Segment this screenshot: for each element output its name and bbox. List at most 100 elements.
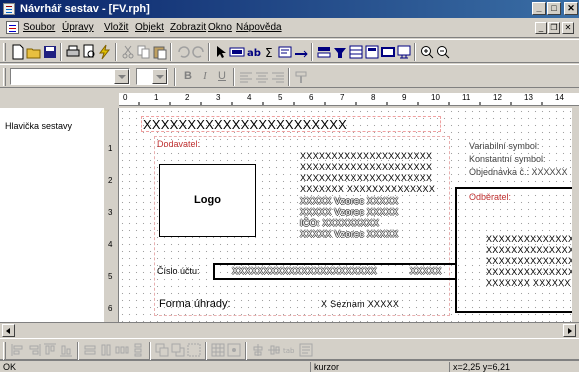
chevron-down-icon[interactable] — [152, 69, 167, 84]
customer-line[interactable]: XXXXXXXXXXXXXX — [486, 245, 574, 255]
center-vertical-icon[interactable] — [266, 342, 282, 358]
group-objects-icon[interactable] — [186, 342, 202, 358]
italic-button[interactable]: I — [197, 70, 213, 82]
align-right-icon[interactable] — [270, 69, 286, 85]
formula-icon[interactable] — [277, 44, 293, 60]
ruler-tick: 4 — [108, 240, 113, 249]
font-name-combo[interactable] — [10, 68, 130, 85]
align-left-edges-icon[interactable] — [10, 342, 26, 358]
close-button[interactable]: ✕ — [564, 2, 578, 15]
customer-line[interactable]: XXXXXXX XXXXXX — [486, 278, 571, 288]
open-folder-icon[interactable] — [26, 44, 42, 60]
font-size-combo[interactable] — [136, 68, 168, 85]
maximize-button[interactable]: □ — [547, 2, 561, 15]
same-width-icon[interactable] — [82, 342, 98, 358]
title-field[interactable]: XXXXXXXXXXXXXXXXXXXXXXX — [143, 117, 347, 132]
account-number-value[interactable]: XXXXXXXXXXXXXXXXXXXXXXX — [232, 266, 377, 276]
section-icon[interactable] — [316, 44, 332, 60]
document-icon[interactable] — [6, 21, 19, 34]
underline-button[interactable]: U — [214, 70, 230, 82]
supplier-formula[interactable]: XXXXX Vzorec XXXXX — [300, 229, 398, 239]
send-back-icon[interactable] — [170, 342, 186, 358]
scroll-right-icon[interactable] — [563, 324, 576, 337]
copy-icon[interactable] — [136, 44, 152, 60]
supplier-formula[interactable]: XXXXX Vzorec XXXXX — [300, 207, 398, 217]
line-icon[interactable] — [293, 44, 309, 60]
new-file-icon[interactable] — [10, 44, 26, 60]
group-icon[interactable] — [332, 44, 348, 60]
payment-method-label[interactable]: Forma úhrady: — [159, 298, 231, 310]
space-vertical-icon[interactable] — [130, 342, 146, 358]
supplier-formula[interactable]: XXXXX Vzorec XXXXX — [300, 196, 398, 206]
band-icon[interactable] — [348, 44, 364, 60]
supplier-line[interactable]: XXXXXXXXXXXXXXXXXXXXX — [300, 173, 432, 183]
payment-method-value[interactable]: X Seznam XXXXX — [321, 299, 399, 309]
mdi-restore-button[interactable]: ❐ — [548, 22, 560, 34]
supplier-ico[interactable]: IČO: XXXXXXXXX — [300, 218, 379, 228]
menu-soubor[interactable]: Soubor — [23, 22, 55, 33]
mdi-close-button[interactable]: ✕ — [562, 22, 574, 34]
chart-icon[interactable] — [396, 44, 412, 60]
chevron-down-icon[interactable] — [114, 69, 129, 84]
minimize-button[interactable]: _ — [532, 2, 546, 15]
align-center-icon[interactable] — [254, 69, 270, 85]
center-horizontal-icon[interactable] — [250, 342, 266, 358]
zoom-in-icon[interactable] — [419, 44, 435, 60]
redo-icon[interactable] — [191, 44, 207, 60]
undo-icon[interactable] — [175, 44, 191, 60]
account-number-label[interactable]: Číslo účtu: — [157, 266, 200, 276]
snap-grid-icon[interactable] — [226, 342, 242, 358]
grid-icon[interactable] — [210, 342, 226, 358]
align-right-edges-icon[interactable] — [26, 342, 42, 358]
account-code-value[interactable]: XXXXX — [410, 266, 442, 276]
format-painter-icon[interactable] — [293, 69, 309, 85]
align-bottom-edges-icon[interactable] — [58, 342, 74, 358]
text-label-icon[interactable]: ab — [245, 44, 261, 60]
supplier-label[interactable]: Dodavatel: — [157, 139, 200, 149]
scroll-left-icon[interactable] — [2, 324, 15, 337]
constant-symbol-label[interactable]: Konstantní symbol: — [469, 154, 546, 164]
vertical-scrollbar[interactable] — [572, 108, 579, 322]
picture-icon[interactable] — [380, 44, 396, 60]
report-canvas[interactable]: XXXXXXXXXXXXXXXXXXXXXXX Dodavatel: Logo … — [119, 108, 575, 322]
tab-order-icon[interactable]: tab — [282, 342, 298, 358]
customer-line[interactable]: XXXXXXXXXXXXXX — [486, 267, 574, 277]
menu-napoveda[interactable]: Nápověda — [236, 22, 282, 33]
print-icon[interactable] — [65, 44, 81, 60]
title-bar: Návrhář sestav - [FV.rph] _ □ ✕ — [0, 0, 579, 18]
bring-front-icon[interactable] — [154, 342, 170, 358]
align-top-edges-icon[interactable] — [42, 342, 58, 358]
supplier-line[interactable]: XXXXXXXXXXXXXXXXXXXXX — [300, 162, 432, 172]
zoom-out-icon[interactable] — [435, 44, 451, 60]
supplier-line[interactable]: XXXXXXXXXXXXXXXXXXXXX — [300, 151, 432, 161]
customer-label[interactable]: Odběratel: — [469, 192, 511, 202]
pointer-icon[interactable] — [213, 44, 229, 60]
paste-icon[interactable] — [152, 44, 168, 60]
bold-button[interactable]: B — [180, 70, 196, 82]
subreport-icon[interactable] — [364, 44, 380, 60]
supplier-line[interactable]: XXXXXXX XXXXXXXXXXXXXX — [300, 184, 435, 194]
menu-okno[interactable]: Okno — [208, 22, 232, 33]
order-number-label[interactable]: Objednávka č.: XXXXXX — [469, 167, 568, 177]
space-horizontal-icon[interactable] — [114, 342, 130, 358]
save-icon[interactable] — [42, 44, 58, 60]
same-height-icon[interactable] — [98, 342, 114, 358]
sum-icon[interactable]: Σ — [261, 44, 277, 60]
lightning-icon[interactable] — [97, 44, 113, 60]
customer-line[interactable]: XXXXXXXXXXXXXX — [486, 256, 574, 266]
mdi-minimize-button[interactable]: _ — [535, 22, 547, 34]
horizontal-scrollbar[interactable] — [0, 322, 579, 338]
logo-box[interactable]: Logo — [159, 164, 256, 237]
menu-vlozit[interactable]: Vložit — [104, 22, 128, 33]
menu-objekt[interactable]: Objekt — [135, 22, 164, 33]
field-icon[interactable] — [229, 44, 245, 60]
properties-icon[interactable] — [298, 342, 314, 358]
customer-line[interactable]: XXXXXXXXXXXXXX — [486, 234, 574, 244]
section-label-header[interactable]: Hlavička sestavy — [5, 121, 72, 131]
variable-symbol-label[interactable]: Variabilní symbol: — [469, 141, 539, 151]
print-preview-icon[interactable] — [81, 44, 97, 60]
menu-upravy[interactable]: Úpravy — [62, 22, 94, 33]
cut-icon[interactable] — [120, 44, 136, 60]
align-left-icon[interactable] — [238, 69, 254, 85]
menu-zobrazit[interactable]: Zobrazit — [170, 22, 206, 33]
